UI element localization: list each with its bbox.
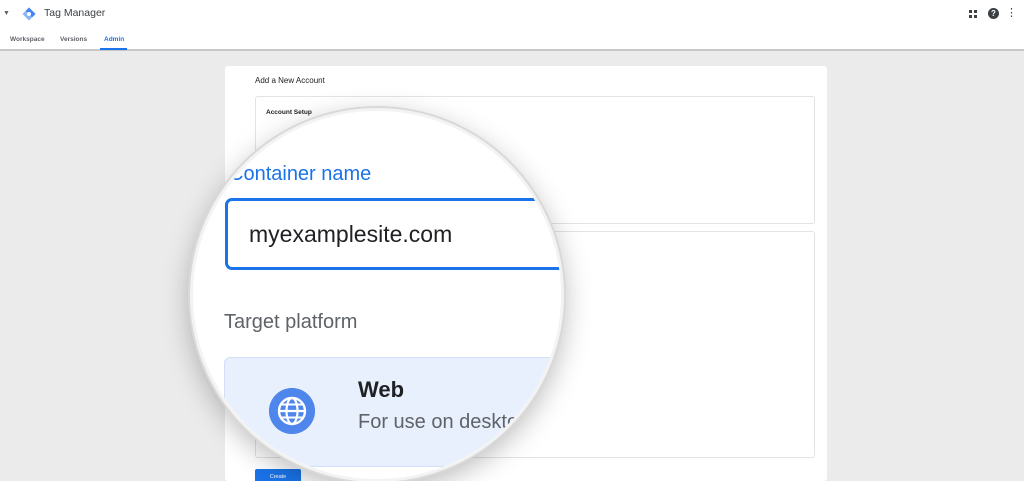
- account-setup-title: Account Setup: [266, 109, 312, 116]
- page-title: Add a New Account: [255, 76, 325, 85]
- top-app-bar: ▼ Tag Manager ? ⋮: [0, 0, 1024, 28]
- platform-option-web[interactable]: Web For use on desktop and mobile web pa…: [224, 357, 561, 467]
- container-name-value: myexamplesite.com: [249, 221, 453, 247]
- tab-bar: Workspace Versions Admin: [0, 28, 1024, 51]
- caret-down-icon[interactable]: ▼: [3, 10, 10, 17]
- create-button[interactable]: Create: [255, 469, 301, 481]
- app-title: Tag Manager: [44, 7, 106, 19]
- magnifier-lens: Container name myexamplesite.com Target …: [190, 108, 564, 481]
- apps-grid-icon[interactable]: [968, 9, 978, 19]
- platform-web-title: Web: [358, 377, 405, 402]
- tag-manager-logo-icon[interactable]: [22, 7, 36, 21]
- globe-icon: [269, 388, 315, 434]
- platform-web-description: For use on desktop and mobile web pages: [358, 411, 561, 433]
- more-vert-icon[interactable]: ⋮: [1006, 6, 1017, 20]
- target-platform-label: Target platform: [224, 311, 358, 333]
- container-name-input[interactable]: myexamplesite.com: [225, 198, 561, 270]
- help-icon[interactable]: ?: [988, 8, 999, 19]
- tab-versions[interactable]: Versions: [60, 36, 87, 43]
- tab-workspace[interactable]: Workspace: [10, 36, 45, 43]
- tab-admin[interactable]: Admin: [104, 36, 124, 43]
- active-tab-indicator: [100, 48, 127, 50]
- container-name-label: Container name: [229, 163, 372, 185]
